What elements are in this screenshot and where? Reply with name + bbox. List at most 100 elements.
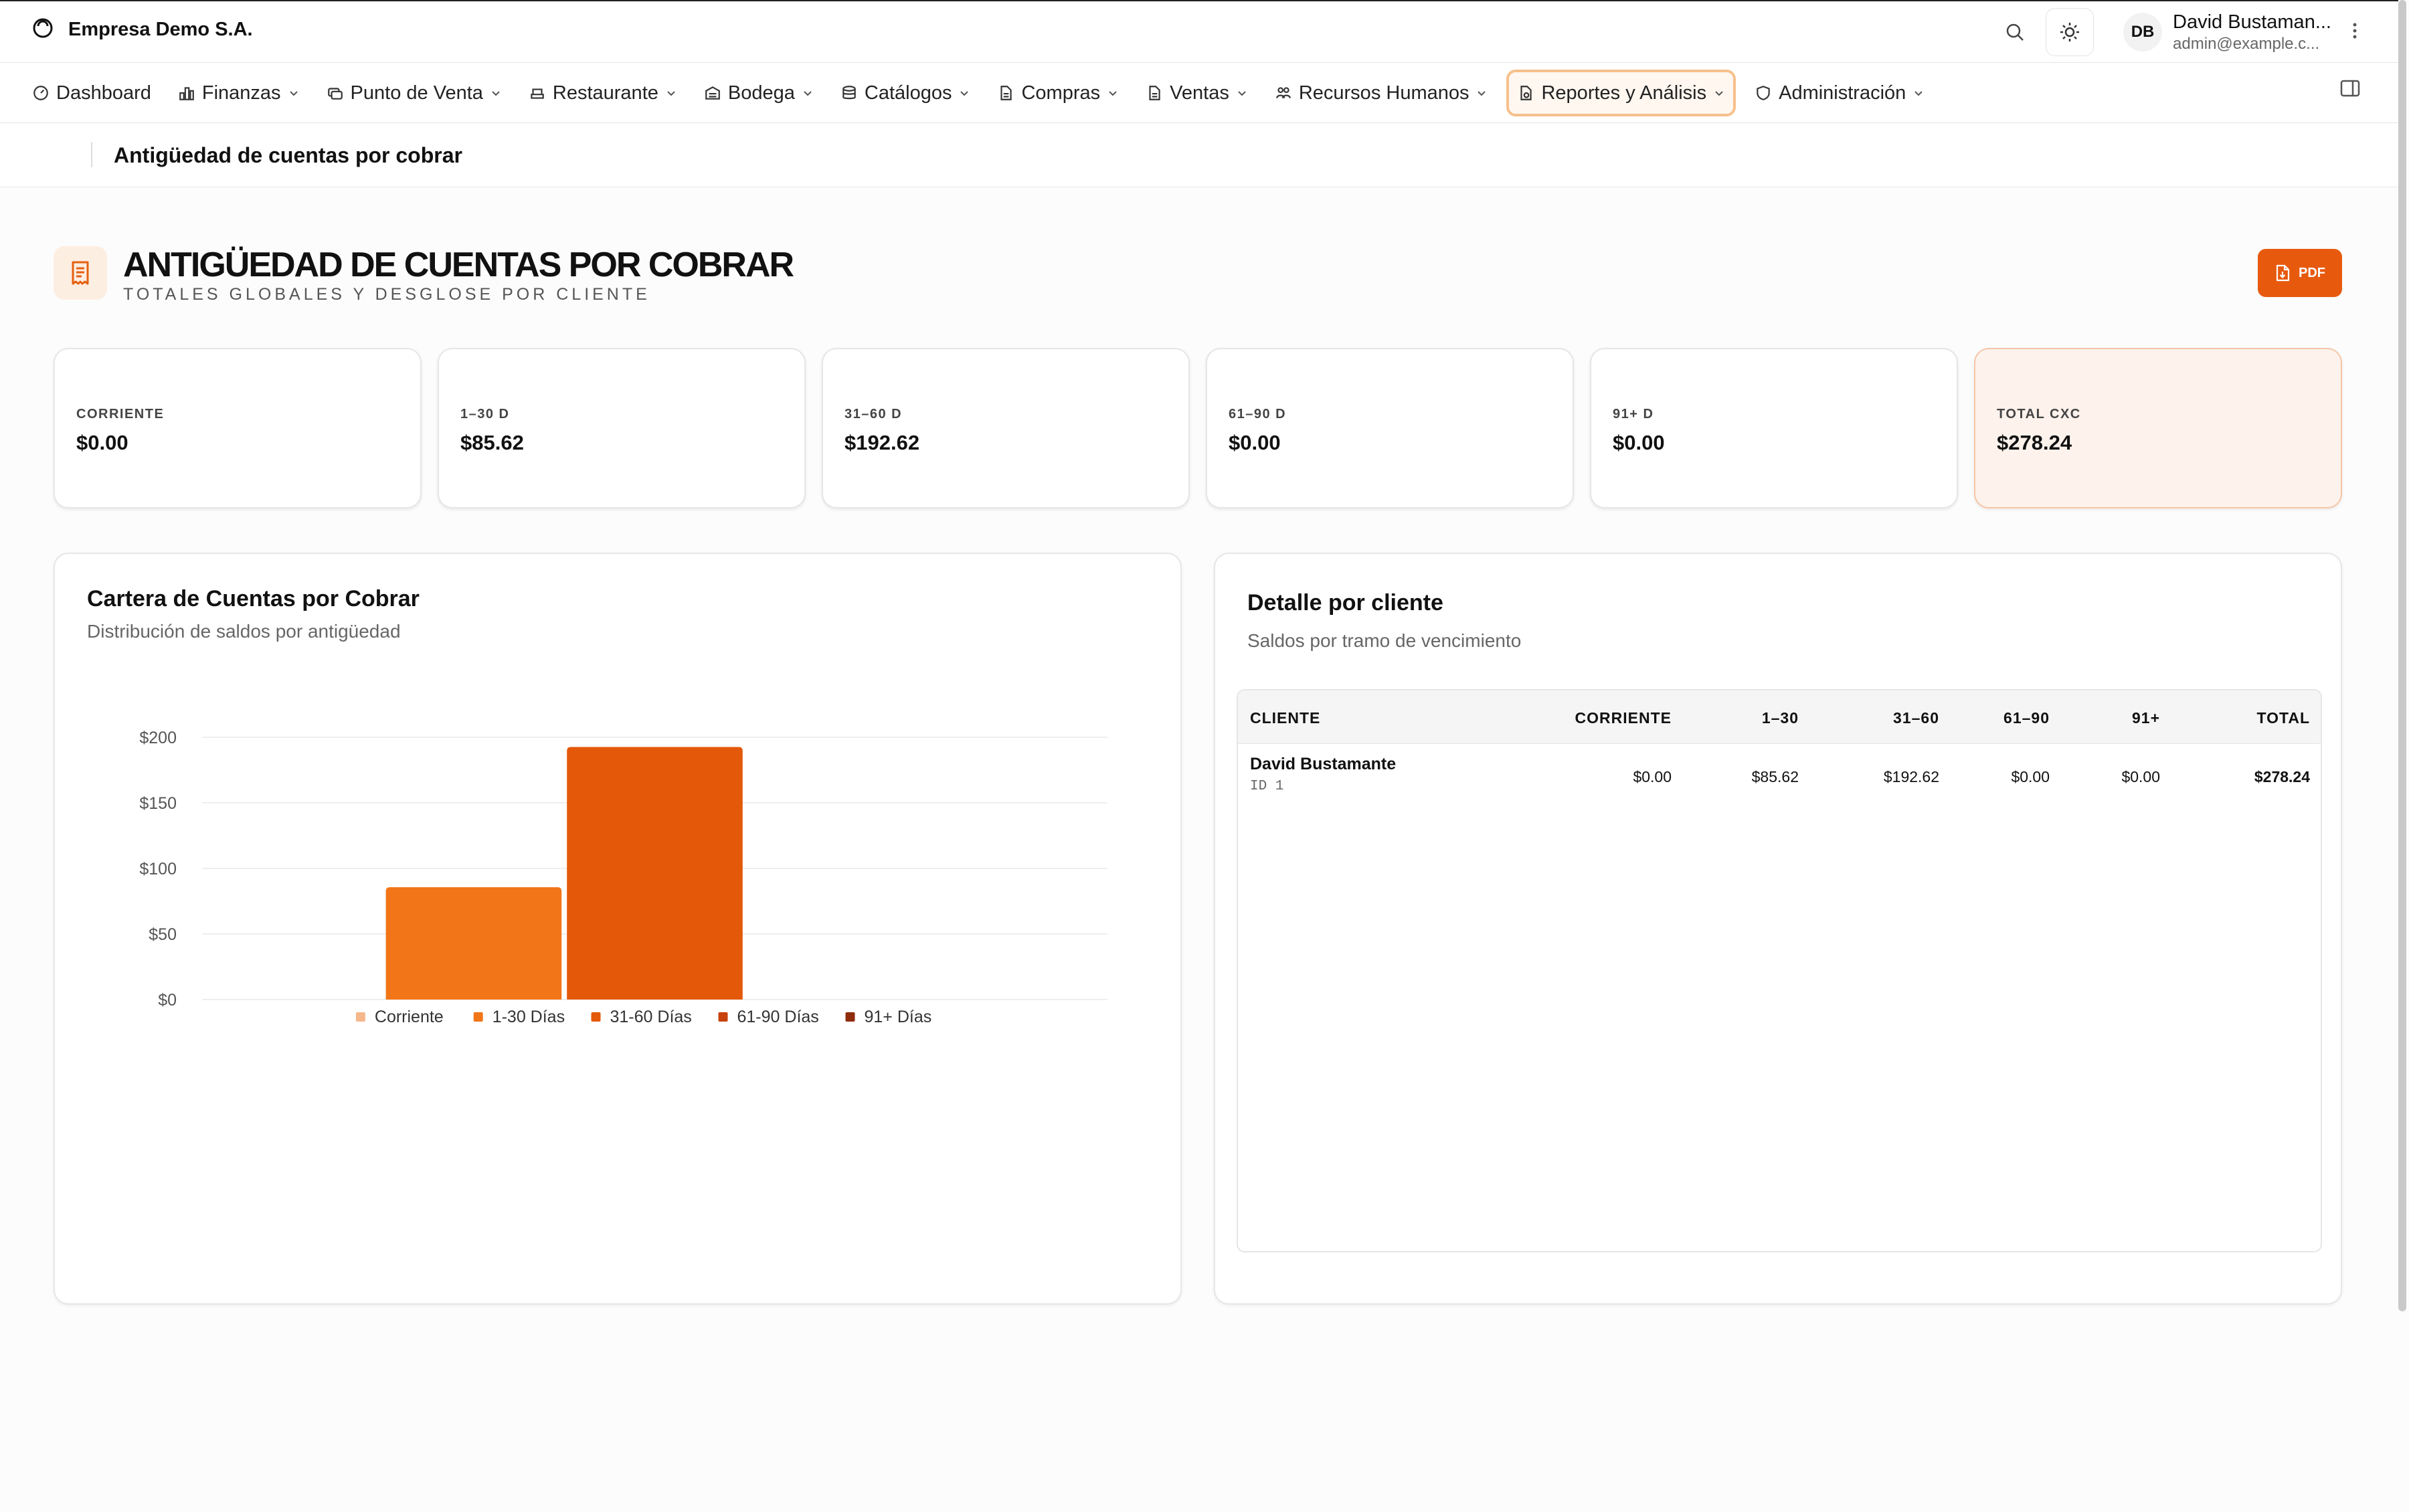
legend-label: Corriente <box>375 1008 444 1026</box>
legend-label: 61-90 Días <box>737 1008 819 1026</box>
nav-item-ventas[interactable]: Ventas <box>1138 70 1256 116</box>
document-icon <box>1149 86 1160 100</box>
chevron-down-icon <box>1238 91 1246 96</box>
top-bar: Empresa Demo S.A. DB David Bustaman... a… <box>0 0 2398 63</box>
card-value: $0.00 <box>1613 431 1665 454</box>
bar-chart-icon <box>179 87 194 100</box>
user-info[interactable]: David Bustaman... admin@example.c... <box>2173 12 2331 52</box>
table-subtitle: Saldos por tramo de vencimiento <box>1247 630 1522 651</box>
nav-item-restaurante[interactable]: Restaurante <box>521 70 685 116</box>
user-menu-button[interactable] <box>2351 21 2358 44</box>
pdf-export-button[interactable]: PDF <box>2258 249 2342 297</box>
summary-cards: CORRIENTE $0.00 1–30 D $85.62 31–60 D $1… <box>54 348 2342 508</box>
file-pdf-icon <box>2276 264 2290 282</box>
summary-card-91-plus: 91+ D $0.00 <box>1590 348 1958 508</box>
gauge-icon <box>33 86 48 100</box>
nav-item-label: Administración <box>1779 82 1906 104</box>
sun-icon <box>2060 23 2080 41</box>
report-icon <box>1520 86 1532 100</box>
col-header-31-60[interactable]: 31–60 <box>1893 709 1939 727</box>
page-scrollbar[interactable] <box>2398 0 2406 1311</box>
summary-card-61-90: 61–90 D $0.00 <box>1206 348 1574 508</box>
client-detail-panel: Detalle por cliente Saldos por tramo de … <box>1214 553 2342 1305</box>
nav-item-reportes-y-análisis[interactable]: Reportes y Análisis <box>1506 70 1736 116</box>
restaurant-icon <box>531 88 544 99</box>
avatar[interactable]: DB <box>2123 13 2163 52</box>
chevron-down-icon <box>289 91 298 96</box>
search-button[interactable] <box>1991 8 2039 56</box>
summary-card-31-60: 31–60 D $192.62 <box>822 348 1190 508</box>
col-header-61-90[interactable]: 61–90 <box>2003 709 2050 727</box>
nav-item-recursos-humanos[interactable]: Recursos Humanos <box>1267 70 1496 116</box>
legend-swatch <box>845 1012 855 1022</box>
nav-item-administración[interactable]: Administración <box>1747 70 1933 116</box>
table-row[interactable]: David Bustamante ID 1 $0.00 $85.62 $192.… <box>1238 744 2321 804</box>
chevron-down-icon <box>804 91 812 96</box>
card-value: $85.62 <box>460 431 524 454</box>
card-value: $278.24 <box>1997 431 2072 454</box>
bar-2[interactable] <box>567 747 743 1000</box>
warehouse-icon <box>705 86 720 100</box>
legend-swatch <box>473 1012 483 1022</box>
legend-label: 31-60 Días <box>610 1008 692 1026</box>
nav-item-punto-de-venta[interactable]: Punto de Venta <box>319 70 510 116</box>
nav-item-catálogos[interactable]: Catálogos <box>832 70 979 116</box>
card-label: 61–90 D <box>1229 407 1287 421</box>
legend-swatch <box>591 1012 601 1022</box>
col-header-1-30[interactable]: 1–30 <box>1762 709 1799 727</box>
client-name: David Bustamante <box>1250 755 1397 773</box>
company-name: Empresa Demo S.A. <box>68 19 253 40</box>
col-header-total[interactable]: TOTAL <box>2256 709 2310 727</box>
more-vertical-icon <box>2353 23 2357 38</box>
chevron-down-icon <box>667 91 675 96</box>
summary-card-total: TOTAL CXC $278.24 <box>1974 348 2342 508</box>
theme-toggle-button[interactable] <box>2046 8 2094 56</box>
y-tick-label: $150 <box>139 794 177 813</box>
shield-icon <box>1757 86 1770 100</box>
y-tick-label: $0 <box>158 991 177 1010</box>
page-subtitle: TOTALES GLOBALES Y DESGLOSE POR CLIENTE <box>123 285 650 304</box>
nav-item-label: Finanzas <box>201 82 281 104</box>
col-header-corriente[interactable]: CORRIENTE <box>1575 709 1672 727</box>
legend-swatch <box>355 1012 365 1022</box>
aging-bar-chart: $0 $50 $100 $150 $200 Corriente 1-30 Días 31-60… <box>139 729 1107 1026</box>
legend-swatch <box>718 1012 728 1022</box>
nav-item-label: Recursos Humanos <box>1298 82 1469 104</box>
client-table: CLIENTE CORRIENTE 1–30 31–60 61–90 91+ T… <box>1237 689 2322 1252</box>
nav-item-label: Reportes y Análisis <box>1541 82 1707 104</box>
search-icon <box>2006 23 2024 41</box>
summary-card-1-30: 1–30 D $85.62 <box>438 348 806 508</box>
y-tick-label: $200 <box>139 729 177 747</box>
bar-1[interactable] <box>385 887 562 1000</box>
summary-card-corriente: CORRIENTE $0.00 <box>54 348 422 508</box>
breadcrumb-separator <box>91 142 92 167</box>
card-label: 1–30 D <box>460 407 510 421</box>
card-label: TOTAL CXC <box>1997 407 2081 421</box>
cell-91-plus: $0.00 <box>2121 768 2160 785</box>
nav-item-dashboard[interactable]: Dashboard <box>24 70 159 116</box>
register-icon <box>327 88 343 100</box>
nav-item-finanzas[interactable]: Finanzas <box>170 70 308 116</box>
col-header-91-plus[interactable]: 91+ <box>2132 709 2160 727</box>
y-tick-label: $50 <box>149 925 177 944</box>
nav-item-label: Restaurante <box>552 82 658 104</box>
nav-item-label: Dashboard <box>56 82 151 104</box>
nav-item-label: Ventas <box>1170 82 1229 104</box>
sidebar-toggle-button[interactable] <box>2339 78 2361 102</box>
card-label: 91+ D <box>1613 407 1654 421</box>
nav-item-label: Bodega <box>727 82 795 104</box>
nav-item-bodega[interactable]: Bodega <box>696 70 822 116</box>
chevron-down-icon <box>1914 91 1923 96</box>
brand[interactable]: Empresa Demo S.A. <box>32 17 253 42</box>
page-title: ANTIGÜEDAD DE CUENTAS POR COBRAR <box>123 246 794 284</box>
legend-label: 1-30 Días <box>493 1008 565 1026</box>
col-header-cliente[interactable]: CLIENTE <box>1250 709 1320 727</box>
chart-panel: Cartera de Cuentas por Cobrar Distribuci… <box>54 553 1182 1305</box>
cell-31-60: $192.62 <box>1883 768 1939 785</box>
client-id: ID 1 <box>1250 779 1284 794</box>
sidebar-icon <box>2340 80 2360 97</box>
card-value: $0.00 <box>76 431 128 454</box>
company-logo-icon <box>32 17 54 42</box>
chevron-down-icon <box>1715 91 1723 96</box>
nav-item-compras[interactable]: Compras <box>989 70 1127 116</box>
